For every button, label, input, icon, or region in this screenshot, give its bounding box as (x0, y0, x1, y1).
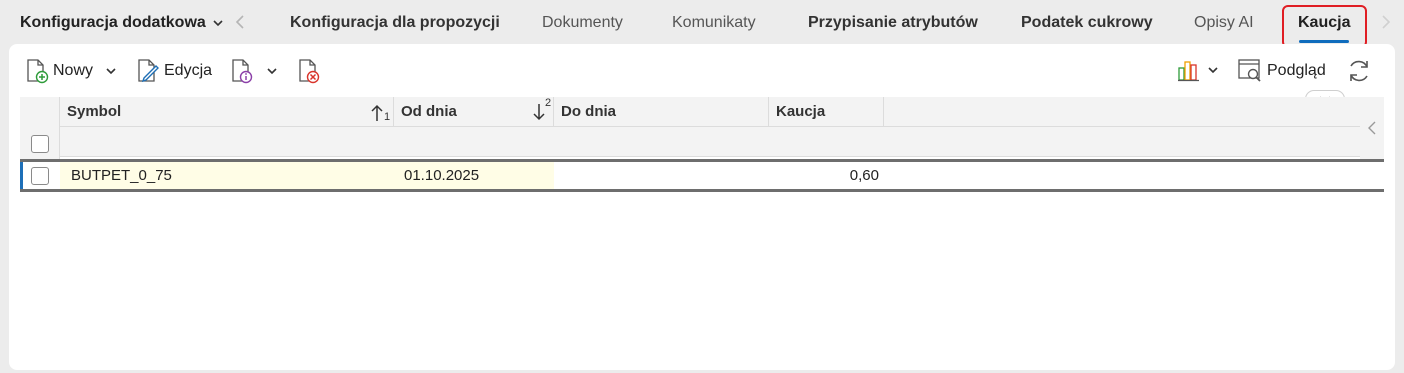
edit-document-icon (138, 59, 159, 83)
cell-kaucja[interactable]: 0,60 (769, 162, 879, 189)
new-button-label: Nowy (53, 62, 94, 79)
details-button[interactable] (230, 58, 278, 84)
new-document-icon (27, 59, 49, 84)
active-tab-underline (1299, 40, 1349, 43)
tabs-scroll-left-icon[interactable] (233, 12, 247, 32)
sort-order-badge: 2 (545, 97, 552, 109)
column-header-od-dnia[interactable]: Od dnia (394, 97, 554, 127)
toolbar: Nowy Edycja Podgląd (9, 44, 1395, 98)
section-dropdown[interactable]: Konfiguracja dodatkowa (20, 14, 224, 32)
chevron-down-icon[interactable] (1207, 64, 1219, 76)
bar-chart-icon (1178, 61, 1199, 82)
tab-podatek-cukrowy[interactable]: Podatek cukrowy (1021, 14, 1153, 32)
table-row[interactable]: BUTPET_0_75 01.10.2025 0,60 (20, 159, 1384, 192)
delete-document-icon (299, 59, 320, 84)
section-title: Konfiguracja dodatkowa (20, 14, 206, 31)
tab-opisy-ai[interactable]: Opisy AI (1194, 14, 1254, 32)
select-all-checkbox[interactable] (31, 135, 49, 153)
data-grid: Symbol 1 Od dnia 2 Do dnia Kaucja BUTPET… (20, 97, 1384, 247)
delete-button[interactable] (297, 58, 321, 84)
edit-button-label: Edycja (164, 62, 213, 79)
row-checkbox[interactable] (31, 167, 49, 185)
tab-konfiguracja-dla-propozycji[interactable]: Konfiguracja dla propozycji (290, 14, 500, 32)
header-filler (884, 97, 1360, 127)
tab-komunikaty[interactable]: Komunikaty (672, 14, 756, 32)
edit-button[interactable]: Edycja (136, 58, 212, 84)
refresh-icon (1350, 60, 1368, 82)
new-button[interactable]: Nowy (25, 58, 117, 84)
tab-dokumenty[interactable]: Dokumenty (542, 14, 623, 32)
chevron-left-icon (1368, 121, 1376, 135)
column-header-symbol[interactable]: Symbol (60, 97, 394, 127)
document-info-icon (232, 59, 253, 84)
current-row-marker (20, 162, 23, 189)
chevron-down-icon (213, 20, 223, 27)
sort-desc-indicator[interactable]: 2 (532, 97, 554, 127)
selection-column (20, 97, 60, 159)
refresh-button[interactable] (1345, 57, 1373, 85)
tab-przypisanie-atrybutow[interactable]: Przypisanie atrybutów (808, 14, 978, 32)
preview-button-label: Podgląd (1267, 62, 1326, 79)
preview-button[interactable]: Podgląd (1237, 58, 1326, 84)
grid-scroll-right[interactable] (1360, 97, 1384, 159)
tab-bar: Konfiguracja dodatkowa Konfiguracja dla … (0, 0, 1404, 48)
sort-order-badge: 1 (384, 111, 391, 123)
column-header-label: Kaucja (776, 103, 826, 120)
column-header-kaucja[interactable]: Kaucja (769, 97, 884, 127)
tabs-scroll-right-icon[interactable] (1379, 12, 1393, 32)
column-header-do-dnia[interactable]: Do dnia (554, 97, 769, 127)
cell-do-dnia[interactable] (554, 162, 769, 189)
sort-asc-indicator[interactable]: 1 (370, 97, 394, 127)
column-header-label: Od dnia (401, 103, 457, 120)
chevron-down-icon[interactable] (266, 65, 278, 77)
column-header-label: Do dnia (561, 103, 616, 120)
main-panel: Nowy Edycja Podgląd Symbol 1 Od dnia 2 D… (9, 44, 1395, 370)
cell-od-dnia[interactable]: 01.10.2025 (394, 162, 554, 189)
preview-icon (1238, 59, 1261, 82)
chevron-down-icon[interactable] (105, 65, 117, 77)
filter-row[interactable] (60, 127, 1360, 157)
chart-button[interactable] (1177, 58, 1219, 82)
tab-kaucja[interactable]: Kaucja (1298, 14, 1350, 32)
column-header-label: Symbol (67, 103, 122, 120)
